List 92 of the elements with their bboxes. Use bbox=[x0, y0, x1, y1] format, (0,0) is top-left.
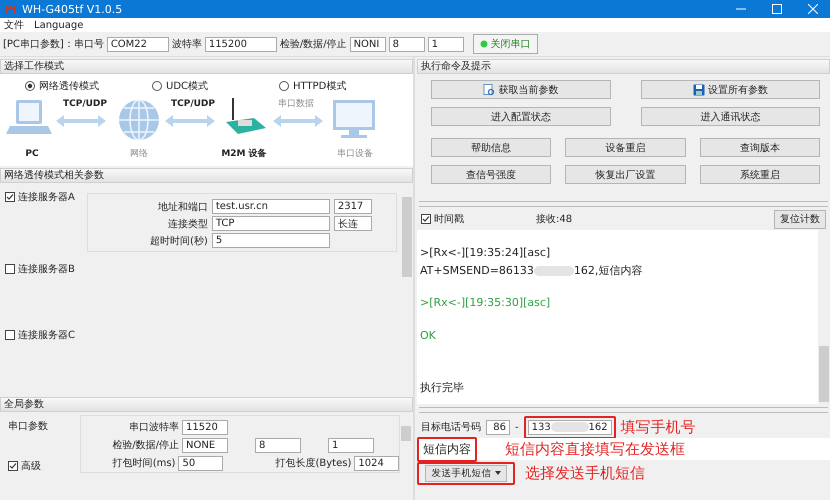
command-button[interactable]: 恢复出厂设置 bbox=[565, 165, 686, 184]
command-button[interactable]: 设置所有参数 bbox=[640, 80, 820, 99]
link-label: TCP/UDP bbox=[63, 99, 107, 109]
log-line: AT+SMSEND=86133 162,短信内容 bbox=[420, 263, 644, 279]
dash-label: - bbox=[515, 422, 519, 432]
server-checkbox[interactable]: 连接服务器A bbox=[5, 191, 75, 203]
command-button[interactable]: 查信号强度 bbox=[431, 165, 552, 184]
maximize-icon[interactable] bbox=[772, 4, 782, 14]
node-label: M2M 设备 bbox=[221, 149, 267, 159]
serial-params-label: 串口参数 bbox=[8, 420, 49, 433]
phone-label: 目标电话号码 bbox=[421, 420, 481, 434]
node-label: PC bbox=[25, 149, 39, 159]
check-label: 检验/数据/停止 bbox=[111, 438, 179, 452]
serial-port-label: [PC串口参数]：串口号 bbox=[3, 38, 104, 51]
close-port-button[interactable]: 关闭串口 bbox=[472, 34, 538, 54]
link-label: 串口数据 bbox=[278, 99, 314, 109]
close-icon[interactable] bbox=[808, 4, 818, 14]
document-search-icon bbox=[483, 84, 496, 96]
double-arrow-icon bbox=[56, 115, 106, 127]
check-label: 检验/数据/停止 bbox=[280, 38, 347, 51]
timeout-label: 超时时间(秒) bbox=[149, 234, 208, 248]
command-button[interactable]: 进入配置状态 bbox=[431, 107, 610, 126]
menu-item[interactable]: 文件 bbox=[4, 18, 24, 32]
node-label: 网络 bbox=[130, 149, 148, 159]
log-line: >[Rx<-][19:35:30][asc] bbox=[420, 296, 552, 311]
advanced-checkbox[interactable]: 高级 bbox=[8, 460, 76, 472]
menu-item[interactable]: Language bbox=[34, 20, 84, 30]
command-button[interactable]: 帮助信息 bbox=[431, 138, 552, 157]
section-header: 执行命令及提示 bbox=[417, 59, 830, 74]
link-label: TCP/UDP bbox=[171, 99, 215, 109]
pack-length-label: 打包长度(Bytes) bbox=[274, 456, 352, 470]
command-button[interactable]: 设备重启 bbox=[565, 138, 686, 157]
command-button[interactable]: 获取当前参数 bbox=[431, 80, 610, 99]
section-header: 选择工作模式 bbox=[0, 59, 413, 74]
timeout-field[interactable]: 5 bbox=[212, 233, 330, 248]
server-checkbox[interactable]: 连接服务器C bbox=[5, 329, 75, 341]
stop-bits-dropdown[interactable]: 1 bbox=[428, 36, 464, 52]
double-arrow-icon bbox=[273, 115, 323, 127]
annotation-text: 短信内容直接填写在发送框 bbox=[505, 440, 685, 458]
connection-type-dropdown[interactable]: TCP bbox=[212, 216, 330, 231]
baud-label: 串口波特率 bbox=[128, 420, 179, 434]
baud-dropdown[interactable]: 115200 bbox=[204, 36, 277, 52]
command-button[interactable]: 进入通讯状态 bbox=[640, 107, 820, 126]
mode-radio[interactable]: 网络透传模式 bbox=[25, 79, 152, 93]
section-header: 网络透传模式相关参数 bbox=[0, 168, 413, 183]
server-checkbox[interactable]: 连接服务器B bbox=[5, 263, 75, 275]
double-arrow-icon bbox=[165, 115, 215, 127]
pack-time-field[interactable]: 50 bbox=[178, 456, 224, 470]
save-icon bbox=[692, 84, 705, 96]
splitter-handle[interactable] bbox=[419, 407, 828, 413]
splitter-handle[interactable] bbox=[419, 201, 828, 207]
node-label: 串口设备 bbox=[337, 149, 373, 159]
log-line: 执行完毕 bbox=[420, 380, 465, 396]
parity-dropdown[interactable]: NONE bbox=[182, 438, 228, 452]
app-logo-icon bbox=[4, 3, 16, 15]
phone-field[interactable]: 133 162 bbox=[528, 420, 612, 434]
annotation-text: 选择发送手机短信 bbox=[525, 464, 645, 482]
pack-length-field[interactable]: 1024 bbox=[354, 456, 399, 470]
country-code-field[interactable]: 86 bbox=[486, 420, 510, 434]
caret-icon bbox=[494, 471, 500, 475]
send-mode-button[interactable]: 发送手机短信 bbox=[425, 464, 507, 482]
status-led-icon bbox=[480, 40, 488, 48]
log-line: >[Rx<-][19:35:24][asc] bbox=[420, 246, 552, 261]
timestamp-checkbox[interactable]: 时间戳 bbox=[421, 213, 464, 225]
baud-label: 波特率 bbox=[172, 38, 202, 51]
receive-count: 接收:48 bbox=[536, 212, 574, 226]
connection-type-label: 连接类型 bbox=[166, 218, 208, 230]
address-field[interactable]: test.usr.cn bbox=[212, 199, 330, 214]
section-header: 全局参数 bbox=[0, 397, 413, 412]
command-button[interactable]: 查询版本 bbox=[700, 138, 820, 157]
log-line: OK bbox=[420, 329, 437, 344]
data-bits-dropdown[interactable]: 8 bbox=[255, 438, 301, 452]
data-bits-dropdown[interactable]: 8 bbox=[388, 36, 425, 52]
mode-radio[interactable]: HTTPD模式 bbox=[279, 79, 406, 93]
parity-dropdown[interactable]: NONI bbox=[350, 36, 386, 52]
annotation-text: 填写手机号 bbox=[620, 418, 696, 436]
globe-icon bbox=[118, 99, 160, 141]
window-title: WH-G405tf V1.0.5 bbox=[22, 2, 124, 16]
command-button[interactable]: 系统重启 bbox=[700, 165, 820, 184]
connection-mode-dropdown[interactable]: 长连 bbox=[334, 216, 372, 231]
reset-count-button[interactable]: 复位计数 bbox=[774, 210, 826, 228]
baud-dropdown[interactable]: 11520 bbox=[182, 420, 228, 434]
laptop-icon bbox=[6, 100, 52, 134]
circuit-board-icon bbox=[226, 98, 266, 134]
message-field[interactable]: 短信内容 bbox=[421, 440, 473, 458]
mode-radio[interactable]: UDC模式 bbox=[152, 79, 279, 93]
port-dropdown[interactable]: COM22 bbox=[106, 36, 169, 52]
stop-bits-dropdown[interactable]: 1 bbox=[328, 438, 374, 452]
address-label: 地址和端口 bbox=[156, 200, 208, 214]
pack-time-label: 打包时间(ms) bbox=[112, 456, 176, 470]
port-field[interactable]: 2317 bbox=[334, 199, 372, 214]
monitor-icon bbox=[333, 100, 375, 138]
